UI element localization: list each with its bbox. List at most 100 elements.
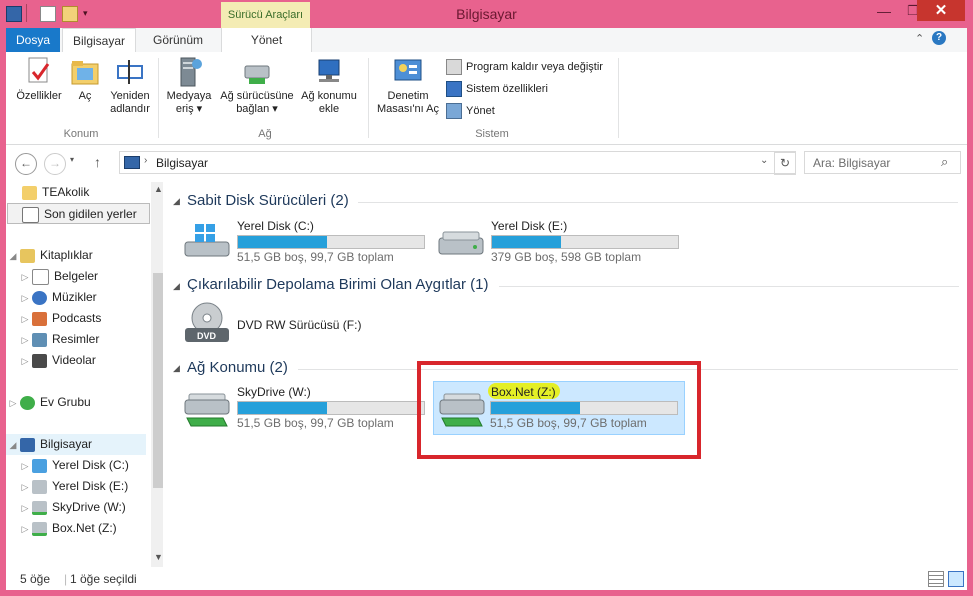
homegroup-icon [20, 395, 35, 410]
group-header-network[interactable]: Ağ Konumu (2) [187, 359, 288, 376]
drive-item-e[interactable]: Yerel Disk (E:) 379 GB boş, 598 GB topla… [437, 218, 687, 266]
rename-button[interactable]: Yeniden adlandır [102, 56, 158, 116]
nav-item-pictures[interactable]: ▷ Resimler [18, 329, 99, 350]
breadcrumb-computer[interactable]: Bilgisayar [156, 156, 208, 170]
open-button[interactable]: Aç [64, 56, 106, 103]
properties-button[interactable]: Özellikler [11, 56, 67, 103]
tab-file[interactable]: Dosya [6, 28, 60, 52]
system-properties-label: Sistem özellikleri [466, 83, 548, 95]
tab-manage[interactable]: Yönet [221, 28, 312, 52]
manage-icon [446, 103, 462, 120]
selected-count: 1 öğe seçildi [70, 572, 137, 586]
group-header-removable[interactable]: Çıkarılabilir Depolama Birimi Olan Aygıt… [187, 276, 489, 293]
nav-item-computer[interactable]: ◢ Bilgisayar [6, 434, 146, 455]
group-header-hard-disks[interactable]: Sabit Disk Sürücüleri (2) [187, 192, 349, 209]
drive-item-c[interactable]: Yerel Disk (C:) 51,5 GB boş, 99,7 GB top… [183, 218, 433, 266]
nav-label: Kitaplıklar [40, 248, 93, 262]
computer-icon [124, 156, 140, 169]
nav-item-videos[interactable]: ▷ Videolar [18, 350, 96, 371]
nav-label: Belgeler [54, 269, 99, 283]
address-bar[interactable]: › Bilgisayar ⌄ [119, 151, 796, 174]
network-drive-icon [241, 56, 273, 88]
scroll-down-icon[interactable]: ▼ [154, 552, 163, 562]
drive-name: SkyDrive (W:) [237, 385, 311, 399]
nav-item-drive-c[interactable]: ▷ Yerel Disk (C:) [18, 455, 129, 476]
nav-item-teakolik[interactable]: TEAkolik [22, 182, 89, 203]
breadcrumb-arrow-icon[interactable]: › [144, 155, 147, 166]
manage-button[interactable]: Yönet [446, 102, 626, 120]
uninstall-program-button[interactable]: Program kaldır veya değiştir [446, 58, 626, 76]
minimize-button[interactable]: — [870, 2, 898, 20]
group-label-system: Sistem [475, 128, 509, 140]
group-divider [499, 286, 959, 287]
documents-icon [32, 268, 49, 285]
drive-usage-bar [491, 235, 679, 249]
nav-item-libraries[interactable]: ◢ Kitaplıklar [6, 245, 93, 266]
rename-label-1: Yeniden [110, 90, 150, 102]
add-network-location-button[interactable]: Ağ konumu ekle [296, 56, 362, 116]
map-drive-label-1: Ağ sürücüsüne [220, 90, 294, 102]
nav-item-documents[interactable]: ▷ Belgeler [18, 266, 98, 287]
nav-item-drive-z[interactable]: ▷ Box.Net (Z:) [18, 518, 117, 539]
nav-item-drive-e[interactable]: ▷ Yerel Disk (E:) [18, 476, 128, 497]
nav-item-homegroup[interactable]: ▷ Ev Grubu [6, 392, 91, 413]
collapse-ribbon-icon[interactable]: ⌃ [915, 32, 924, 45]
drive-item-f[interactable]: DVD DVD RW Sürücüsü (F:) [183, 300, 433, 350]
drive-item-w[interactable]: SkyDrive (W:) 51,5 GB boş, 99,7 GB topla… [183, 382, 433, 432]
media-label-2: eriş ▾ [175, 103, 203, 115]
group-separator [368, 58, 369, 138]
search-icon[interactable]: ⌕ [941, 154, 948, 170]
up-button[interactable]: ↑ [94, 154, 101, 170]
control-panel-button[interactable]: Denetim Masası'nı Aç [372, 56, 444, 116]
recent-places-icon [22, 206, 39, 223]
nav-item-drive-w[interactable]: ▷ SkyDrive (W:) [18, 497, 126, 518]
drive-free-space: 51,5 GB boş, 99,7 GB toplam [237, 416, 394, 430]
recent-locations-icon[interactable]: ▾ [70, 155, 74, 164]
nav-label: SkyDrive (W:) [52, 500, 126, 514]
drive-name: Yerel Disk (C:) [237, 219, 314, 233]
media-access-button[interactable]: Medyaya eriş ▾ [162, 56, 216, 116]
network-drive-icon [32, 521, 47, 536]
folder-icon [22, 185, 37, 200]
close-button[interactable]: ✕ [917, 0, 965, 21]
nav-label: Yerel Disk (E:) [52, 479, 129, 493]
system-properties-button[interactable]: Sistem özellikleri [446, 80, 626, 98]
group-collapse-icon[interactable]: ◢ [173, 281, 180, 292]
navigation-pane: TEAkolik Son gidilen yerler ◢ Kitaplıklar… [6, 182, 166, 567]
help-icon[interactable]: ? [932, 31, 946, 45]
drive-usage-bar [237, 401, 425, 415]
drive-icon [32, 479, 47, 494]
network-location-label-2: ekle [318, 103, 340, 115]
large-icons-view-icon[interactable] [948, 571, 964, 587]
nav-label: Bilgisayar [40, 437, 93, 451]
nav-label: Ev Grubu [40, 395, 91, 409]
group-collapse-icon[interactable]: ◢ [173, 196, 180, 207]
details-view-icon[interactable] [928, 571, 944, 587]
computer-icon [20, 437, 35, 452]
network-location-label-1: Ağ konumu [301, 90, 357, 102]
map-network-drive-button[interactable]: Ağ sürücüsüne bağlan ▾ [217, 56, 297, 116]
windows-drive-icon [184, 224, 230, 257]
control-panel-label-1: Denetim [387, 90, 429, 102]
pictures-icon [32, 332, 47, 347]
back-button[interactable]: ← [15, 153, 37, 175]
search-input[interactable]: Ara: Bilgisayar ⌕ [804, 151, 961, 174]
nav-item-recent-places[interactable]: Son gidilen yerler [7, 203, 150, 224]
tab-computer[interactable]: Bilgisayar [62, 28, 136, 54]
refresh-button[interactable]: ↻ [774, 152, 796, 175]
nav-item-podcasts[interactable]: ▷ Podcasts [18, 308, 101, 329]
drive-name: DVD RW Sürücüsü (F:) [237, 318, 362, 332]
address-dropdown-icon[interactable]: ⌄ [760, 155, 768, 166]
rename-icon [114, 56, 146, 88]
network-drive-icon [184, 393, 230, 427]
highlight-frame [417, 361, 701, 459]
group-collapse-icon[interactable]: ◢ [173, 363, 180, 374]
properties-icon [23, 56, 55, 88]
forward-button[interactable]: → [44, 153, 66, 175]
scroll-up-icon[interactable]: ▲ [154, 184, 163, 194]
search-placeholder: Ara: Bilgisayar [813, 156, 891, 170]
nav-label: Müzikler [52, 290, 97, 304]
podcast-icon [32, 311, 47, 326]
nav-item-music[interactable]: ▷ Müzikler [18, 287, 97, 308]
tab-view[interactable]: Görünüm [142, 28, 214, 52]
